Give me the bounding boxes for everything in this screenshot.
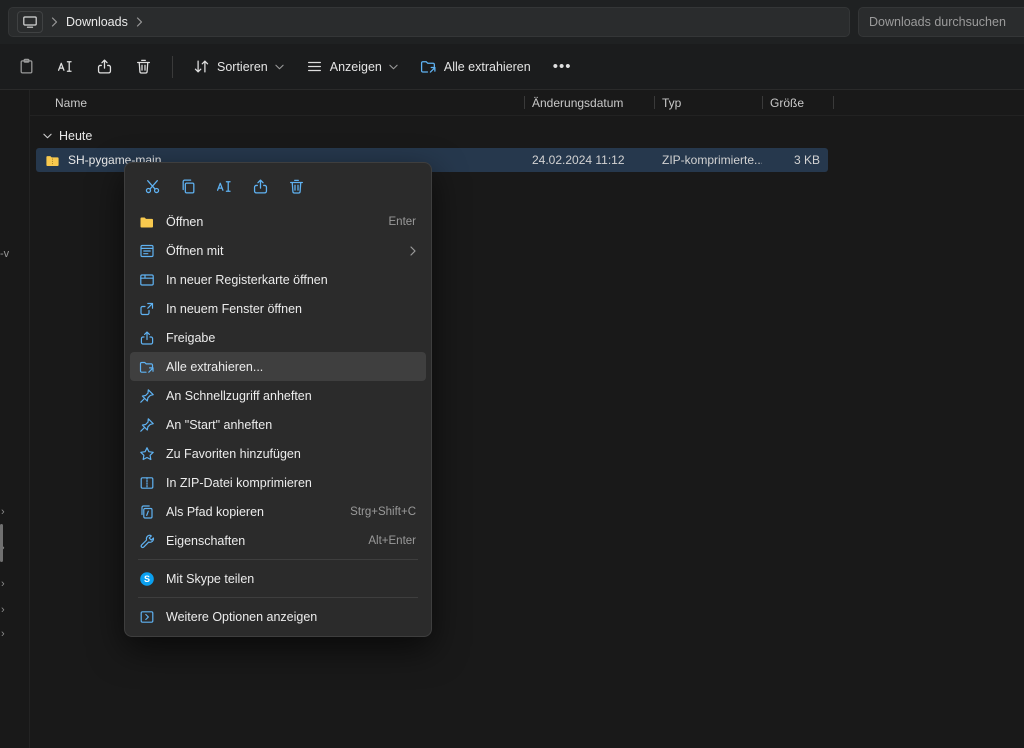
file-explorer-window: Downloads: [0, 0, 1024, 748]
delete-button[interactable]: [282, 172, 310, 200]
view-label: Anzeigen: [330, 60, 382, 74]
column-header-name[interactable]: Name: [30, 90, 524, 115]
sort-button[interactable]: Sortieren: [183, 51, 294, 83]
menu-item-neues-fenster[interactable]: In neuem Fenster öffnen: [130, 294, 426, 323]
breadcrumb-chevron-icon[interactable]: [51, 17, 58, 27]
chevron-down-icon: [275, 64, 284, 70]
search-box[interactable]: [858, 7, 1024, 37]
sort-label: Sortieren: [217, 60, 268, 74]
properties-wrench-icon: [139, 533, 155, 549]
menu-item-start-anheften[interactable]: An "Start" anheften: [130, 410, 426, 439]
file-type: ZIP-komprimierte...: [654, 153, 762, 167]
context-menu-icon-strip: [130, 168, 426, 207]
copy-path-icon: [139, 504, 155, 520]
menu-item-skype-teilen[interactable]: S Mit Skype teilen: [130, 564, 426, 593]
zip-folder-icon: [44, 153, 61, 168]
menu-item-oeffnen[interactable]: Öffnen Enter: [130, 207, 426, 236]
menu-item-weitere-optionen[interactable]: Weitere Optionen anzeigen: [130, 602, 426, 631]
menu-item-zip-komprimieren[interactable]: In ZIP-Datei komprimieren: [130, 468, 426, 497]
pin-icon: [139, 388, 155, 404]
menu-item-alle-extrahieren[interactable]: Alle extrahieren...: [130, 352, 426, 381]
paste-button[interactable]: [8, 51, 45, 83]
delete-button[interactable]: [125, 51, 162, 83]
cut-button[interactable]: [138, 172, 166, 200]
toolbar-divider: [172, 56, 173, 78]
breadcrumb-downloads[interactable]: Downloads: [66, 15, 128, 29]
address-bar[interactable]: Downloads: [8, 7, 850, 37]
share-button[interactable]: [86, 51, 123, 83]
open-with-icon: [139, 243, 155, 259]
copy-button[interactable]: [174, 172, 202, 200]
rename-button[interactable]: [47, 51, 84, 83]
share-button[interactable]: [246, 172, 274, 200]
column-header-type[interactable]: Typ: [654, 90, 762, 115]
command-toolbar: Sortieren Anzeigen Alle extrahieren •••: [0, 44, 1024, 90]
more-options-icon: [139, 609, 155, 625]
menu-item-neue-registerkarte[interactable]: In neuer Registerkarte öffnen: [130, 265, 426, 294]
menu-item-pfad-kopieren[interactable]: Als Pfad kopieren Strg+Shift+C: [130, 497, 426, 526]
new-window-icon: [139, 301, 155, 317]
tree-expand-icon[interactable]: ›: [1, 604, 5, 616]
menu-separator: [138, 559, 418, 560]
svg-text:S: S: [144, 574, 150, 584]
tree-expand-icon[interactable]: ›: [1, 506, 5, 518]
file-modified: 24.02.2024 11:12: [524, 153, 654, 167]
menu-item-favoriten[interactable]: Zu Favoriten hinzufügen: [130, 439, 426, 468]
rename-icon: [57, 58, 74, 75]
tree-expand-icon[interactable]: ›: [1, 578, 5, 590]
scrollbar-thumb[interactable]: [0, 524, 3, 562]
pin-icon: [139, 417, 155, 433]
group-label: Heute: [59, 129, 92, 143]
menu-item-schnellzugriff-anheften[interactable]: An Schnellzugriff anheften: [130, 381, 426, 410]
submenu-chevron-icon: [410, 246, 416, 256]
chevron-down-icon: [389, 64, 398, 70]
share-icon: [96, 58, 113, 75]
group-header-heute[interactable]: Heute: [30, 124, 1024, 148]
context-menu: Öffnen Enter Öffnen mit In: [124, 162, 432, 637]
extract-all-button[interactable]: Alle extrahieren: [410, 51, 541, 83]
this-pc-icon[interactable]: [17, 11, 43, 33]
search-input[interactable]: [869, 15, 1023, 29]
extract-label: Alle extrahieren: [444, 60, 531, 74]
file-list-area: Name Änderungsdatum Typ Größe Heute SH-p…: [30, 90, 1024, 748]
star-icon: [139, 446, 155, 462]
paste-icon: [18, 58, 35, 75]
nav-pane-edge: -v › › › › ›: [0, 90, 30, 748]
rename-button[interactable]: [210, 172, 238, 200]
explorer-body: -v › › › › › Name Änderungsdatum Typ Grö…: [0, 90, 1024, 748]
group-collapse-icon[interactable]: [43, 133, 52, 139]
menu-item-oeffnen-mit[interactable]: Öffnen mit: [130, 236, 426, 265]
extract-icon: [139, 359, 155, 375]
view-list-icon: [306, 58, 323, 75]
view-button[interactable]: Anzeigen: [296, 51, 408, 83]
column-header-modified[interactable]: Änderungsdatum: [524, 90, 654, 115]
title-bar: Downloads: [0, 0, 1024, 44]
breadcrumb-chevron-icon[interactable]: [136, 17, 143, 27]
nav-item-fragment: -v: [0, 248, 9, 260]
new-tab-icon: [139, 272, 155, 288]
menu-item-eigenschaften[interactable]: Eigenschaften Alt+Enter: [130, 526, 426, 555]
extract-icon: [420, 58, 437, 75]
share-icon: [139, 330, 155, 346]
skype-icon: S: [139, 571, 155, 587]
menu-item-freigabe[interactable]: Freigabe: [130, 323, 426, 352]
trash-icon: [135, 58, 152, 75]
tree-expand-icon[interactable]: ›: [1, 628, 5, 640]
file-size: 3 KB: [762, 153, 822, 167]
column-header-size[interactable]: Größe: [762, 90, 834, 115]
see-more-button[interactable]: •••: [543, 51, 582, 83]
zip-icon: [139, 475, 155, 491]
menu-separator: [138, 597, 418, 598]
column-headers: Name Änderungsdatum Typ Größe: [30, 90, 1024, 116]
ellipsis-icon: •••: [553, 59, 572, 74]
folder-open-icon: [139, 214, 155, 230]
sort-icon: [193, 58, 210, 75]
